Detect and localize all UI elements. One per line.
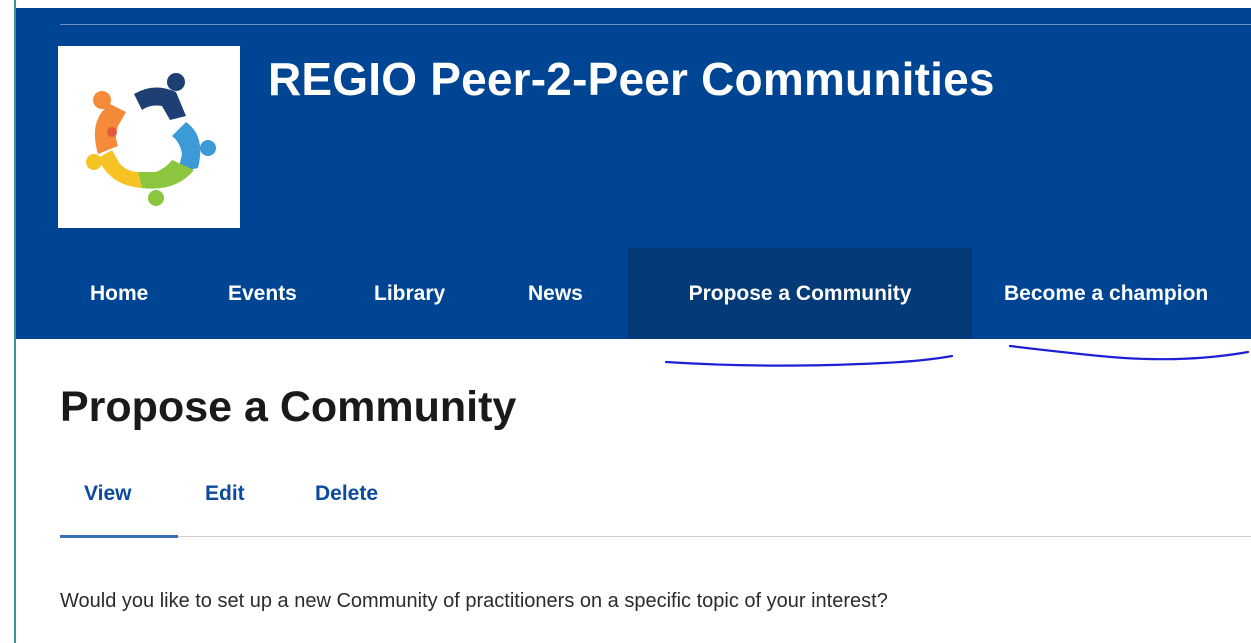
tab-delete[interactable]: Delete xyxy=(315,482,378,506)
annotation-underline-champion xyxy=(1008,344,1250,361)
annotation-underline-propose xyxy=(664,354,954,367)
tabs-divider xyxy=(60,536,1251,537)
handwritten-underline-annotations xyxy=(664,344,1250,367)
page-title: Propose a Community xyxy=(60,383,517,431)
tab-view[interactable]: View xyxy=(84,482,131,506)
active-tab-indicator xyxy=(60,535,178,538)
tab-edit[interactable]: Edit xyxy=(205,482,245,506)
intro-text: Would you like to set up a new Community… xyxy=(60,590,888,612)
